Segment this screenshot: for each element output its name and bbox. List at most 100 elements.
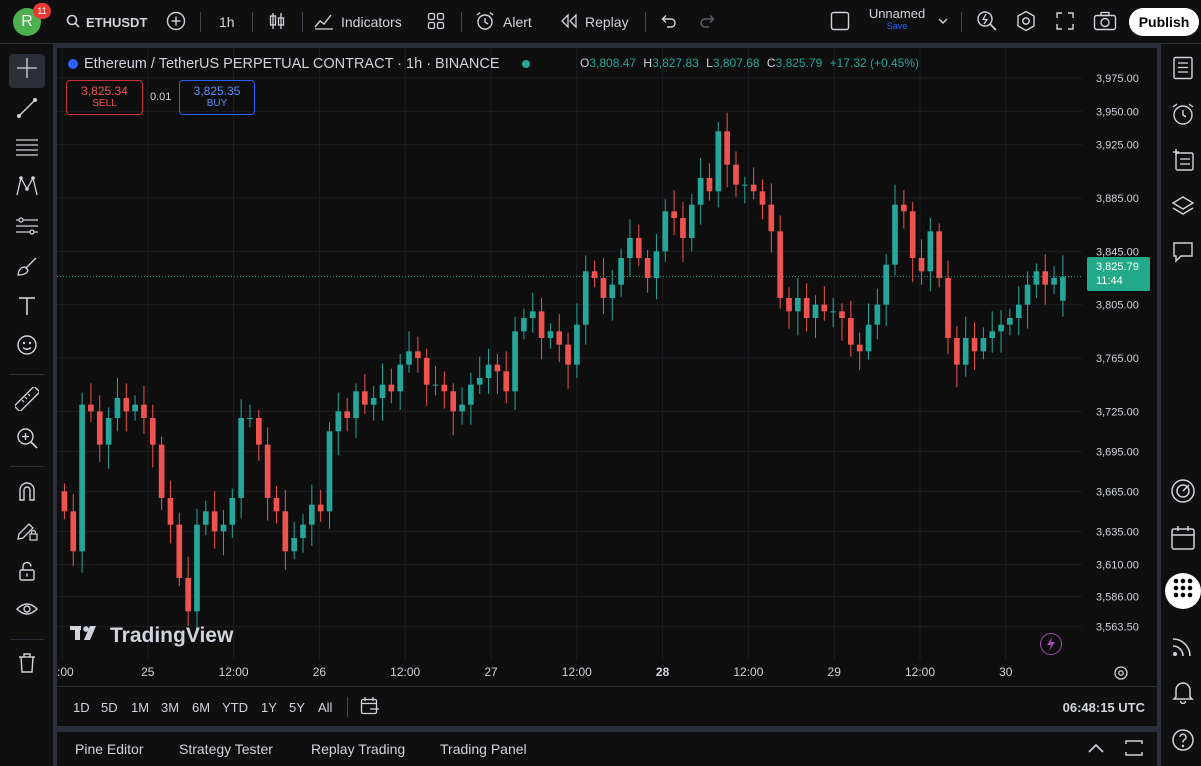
remove-drawings-tool[interactable] xyxy=(9,649,45,683)
time-tick-label: 25 xyxy=(141,665,155,679)
range-ytd[interactable]: YTD xyxy=(222,687,248,727)
bell-icon xyxy=(1172,680,1194,710)
candle-body xyxy=(538,311,545,338)
layout-checkbox[interactable] xyxy=(830,0,850,44)
market-status-icon xyxy=(521,60,530,68)
publish-button[interactable]: Publish xyxy=(1129,8,1199,36)
notifications-button[interactable] xyxy=(1167,679,1199,711)
pattern-tool[interactable] xyxy=(9,172,45,206)
maximize-panel-button[interactable] xyxy=(1125,732,1143,766)
watermark-text: TradingView xyxy=(110,624,234,647)
lightning-icon[interactable] xyxy=(1040,633,1062,655)
candle-body xyxy=(494,364,501,372)
candle-body xyxy=(238,418,244,498)
calendar-button[interactable] xyxy=(1167,525,1199,557)
chat-button[interactable] xyxy=(1167,239,1199,271)
chart-type-button[interactable] xyxy=(268,0,286,44)
settings-button[interactable] xyxy=(1015,0,1037,44)
candle-body xyxy=(88,404,94,412)
layers-button[interactable] xyxy=(1167,193,1199,225)
fullscreen-button[interactable] xyxy=(1055,0,1075,44)
range-6m[interactable]: 6M xyxy=(192,687,210,727)
candle-body xyxy=(644,258,651,278)
drawing-toolbar xyxy=(0,44,53,766)
brush-tool[interactable] xyxy=(9,252,45,286)
help-icon xyxy=(1171,728,1195,758)
alerts-panel-button[interactable] xyxy=(1167,101,1199,133)
layout-name: Unnamed xyxy=(868,6,926,21)
range-1m[interactable]: 1M xyxy=(131,687,149,727)
candle-body xyxy=(194,524,200,612)
camera-icon xyxy=(1093,11,1117,34)
lock-all-tool[interactable] xyxy=(9,557,45,591)
forecast-tool[interactable] xyxy=(9,212,45,246)
text-tool[interactable] xyxy=(9,292,45,326)
tab-replay-trading[interactable]: Replay Trading xyxy=(311,732,405,766)
templates-button[interactable] xyxy=(427,0,445,44)
candle-body xyxy=(485,364,492,378)
snapshot-button[interactable] xyxy=(1093,0,1117,44)
candle-body xyxy=(247,418,253,419)
hide-drawings-tool[interactable] xyxy=(9,596,45,630)
candle-body xyxy=(998,324,1004,332)
time-tick-label: 27 xyxy=(484,665,498,679)
interval-button[interactable]: 1h xyxy=(219,0,235,44)
tab-pine-editor[interactable]: Pine Editor xyxy=(75,732,143,766)
range-3m[interactable]: 3M xyxy=(161,687,179,727)
range-5d[interactable]: 5D xyxy=(101,687,118,727)
fib-tool[interactable] xyxy=(9,133,45,167)
range-1d[interactable]: 1D xyxy=(73,687,90,727)
top-toolbar: R 11 ETHUSDT 1h Indicators Alert Replay … xyxy=(0,0,1201,44)
crosshair-tool[interactable] xyxy=(9,54,45,88)
eye-icon xyxy=(15,599,39,627)
range-5y[interactable]: 5Y xyxy=(289,687,305,727)
dots-grid-icon xyxy=(1172,577,1194,605)
streams-button[interactable] xyxy=(1167,633,1199,665)
price-tick-label: 3,635.00 xyxy=(1096,526,1139,538)
time-tick-label: 12:00 xyxy=(562,665,592,679)
lock-drawing-tool[interactable] xyxy=(9,517,45,551)
collapse-panel-button[interactable] xyxy=(1087,732,1105,766)
measure-tool[interactable] xyxy=(9,385,45,419)
sell-button[interactable]: 3,825.34 SELL xyxy=(66,80,143,115)
range-all[interactable]: All xyxy=(318,687,332,727)
chart-pane[interactable]: 3,975.00 3,950.00 3,925.00 3,885.00 3,845.00… xyxy=(50,48,1157,686)
layout-name-button[interactable]: Unnamed Save xyxy=(862,6,932,31)
tab-trading-panel[interactable]: Trading Panel xyxy=(440,732,527,766)
candle-body xyxy=(1051,278,1057,285)
watchlist-button[interactable] xyxy=(1167,55,1199,87)
products-button[interactable] xyxy=(1165,573,1201,609)
avatar-letter: R xyxy=(21,13,33,30)
go-to-date-button[interactable] xyxy=(360,687,380,727)
tab-strategy-tester[interactable]: Strategy Tester xyxy=(179,732,273,766)
chevron-up-icon xyxy=(1087,741,1105,757)
magnet-tool[interactable] xyxy=(9,477,45,511)
zoom-tool[interactable] xyxy=(9,424,45,458)
alert-button[interactable]: Alert xyxy=(475,0,532,44)
candle-body xyxy=(220,524,227,532)
ideas-button[interactable] xyxy=(1167,478,1199,510)
axis-settings-icon[interactable] xyxy=(1113,665,1129,681)
candle-body xyxy=(123,398,130,412)
undo-button[interactable] xyxy=(659,0,677,44)
candlestick-chart[interactable]: 3,975.003,950.003,925.003,885.003,845.00… xyxy=(50,48,1157,686)
chart-legend[interactable]: Ethereum / TetherUS PERPETUAL CONTRACT ·… xyxy=(68,54,530,74)
indicators-button[interactable]: Indicators xyxy=(314,0,402,44)
candle-body xyxy=(362,391,368,405)
emoji-tool[interactable] xyxy=(9,331,45,365)
trend-line-tool[interactable] xyxy=(9,94,45,128)
high-key: H xyxy=(643,56,653,70)
utc-clock[interactable]: 06:48:15 UTC xyxy=(1063,687,1145,727)
replay-button[interactable]: Replay xyxy=(560,0,629,44)
buy-button[interactable]: 3,825.35 BUY xyxy=(179,80,255,115)
object-tree-button[interactable] xyxy=(1167,147,1199,179)
redo-button[interactable] xyxy=(699,0,717,44)
price-tick-label: 3,925.00 xyxy=(1096,140,1139,152)
symbol-search-button[interactable]: ETHUSDT xyxy=(66,0,147,44)
help-button[interactable] xyxy=(1167,727,1199,759)
compare-symbol-button[interactable] xyxy=(166,0,186,44)
candle-body xyxy=(954,338,960,365)
quick-search-button[interactable] xyxy=(976,0,998,44)
range-1y[interactable]: 1Y xyxy=(261,687,277,727)
layout-menu-button[interactable] xyxy=(938,0,948,44)
